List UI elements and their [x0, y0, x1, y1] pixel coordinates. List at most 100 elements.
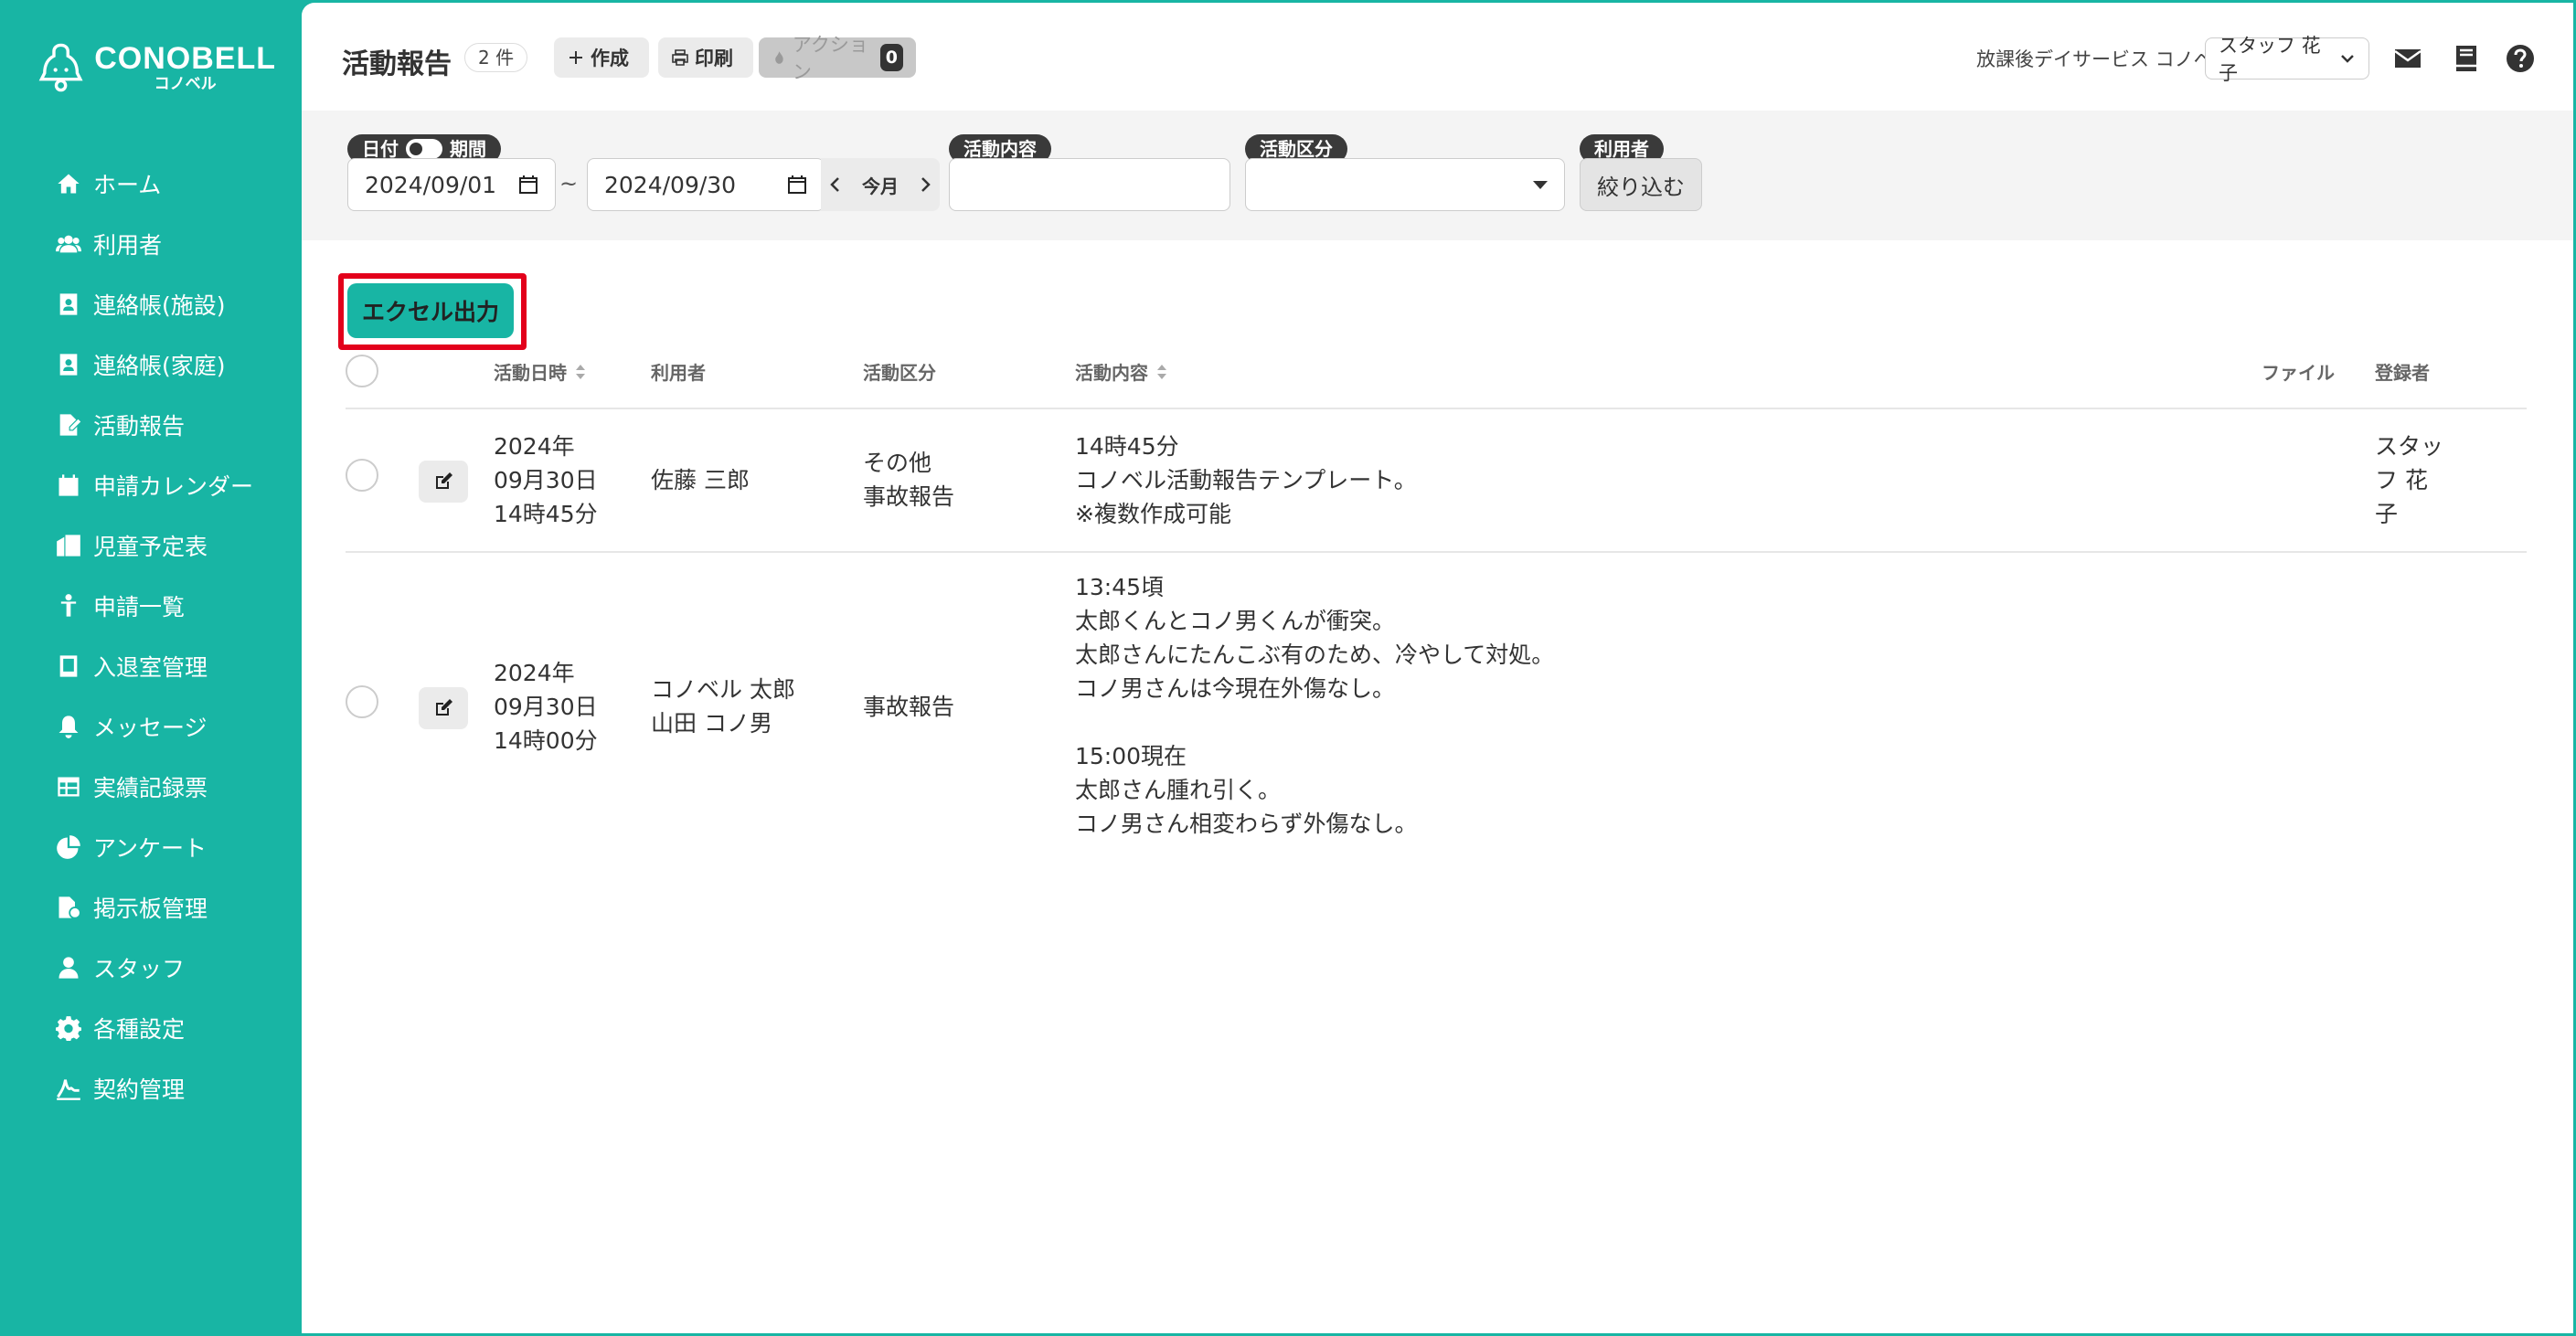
sidebar-item-entry-exit[interactable]: 入退室管理 [0, 636, 302, 696]
filter-panel: 日付 期間 2024/09/01 ~ 2024/09/30 今月 活動内容 活動… [302, 111, 2573, 240]
sidebar-item-label: 各種設定 [93, 1016, 186, 1043]
bell-logo-icon [38, 43, 83, 92]
sidebar-item-application-list[interactable]: 申請一覧 [0, 576, 302, 636]
cell-content: 13:45頃 太郎くんとコノ男くんが衝突。 太郎さんにたんこぶ有のため、冷やして… [1075, 574, 1555, 837]
sidebar-item-label: 実績記録票 [93, 775, 208, 801]
contact-book-icon [55, 291, 82, 318]
staff-icon [55, 954, 82, 981]
sidebar-item-users[interactable]: 利用者 [0, 214, 302, 274]
gear-icon [55, 1014, 82, 1042]
contract-icon [55, 1075, 82, 1102]
sidebar-item-label: スタッフ [93, 956, 186, 982]
board-icon [55, 894, 82, 921]
page-title: 活動報告 [342, 48, 452, 80]
chevron-right-icon[interactable] [918, 175, 932, 194]
select-all-checkbox[interactable] [346, 355, 378, 387]
this-month-button[interactable]: 今月 [862, 172, 899, 198]
print-label: 印刷 [695, 48, 733, 69]
sidebar-item-home[interactable]: ホーム [0, 154, 302, 214]
filter-button[interactable]: 絞り込む [1580, 158, 1702, 211]
sidebar-item-label: ホーム [93, 172, 162, 198]
tablet-icon [55, 652, 82, 680]
row-checkbox[interactable] [346, 685, 378, 718]
sidebar-item-message[interactable]: メッセージ [0, 696, 302, 757]
calendar-icon[interactable] [787, 175, 807, 195]
mail-icon[interactable] [2392, 43, 2423, 74]
table-divider [346, 408, 2527, 409]
date-to-input[interactable]: 2024/09/30 [587, 158, 825, 211]
cell-content: 14時45分 コノベル活動報告テンプレート。 ※複数作成可能 [1075, 433, 1417, 527]
edit-icon [436, 472, 452, 489]
table-divider [346, 551, 2527, 553]
sidebar-item-settings[interactable]: 各種設定 [0, 998, 302, 1058]
calendar-icon [55, 472, 82, 499]
sidebar-item-label: 活動報告 [93, 413, 186, 440]
calendar-icon[interactable] [518, 175, 538, 195]
sidebar-item-child-schedule[interactable]: 児童予定表 [0, 515, 302, 576]
sidebar-item-label: アンケート [93, 835, 208, 862]
plus-icon [569, 51, 582, 64]
sidebar-item-performance-record[interactable]: 実績記録票 [0, 757, 302, 817]
sidebar-item-contract[interactable]: 契約管理 [0, 1058, 302, 1119]
sidebar-item-application-calendar[interactable]: 申請カレンダー [0, 455, 302, 515]
header-datetime-label: 活動日時 [494, 362, 567, 384]
sidebar-item-label: 契約管理 [93, 1076, 186, 1103]
sidebar-item-activity-report[interactable]: 活動報告 [0, 395, 302, 455]
staff-select[interactable]: スタッフ 花子 [2205, 35, 2369, 84]
facility-name: 放課後デイサービス コノベル [1976, 48, 2232, 70]
count-badge: 2 件 [464, 43, 528, 72]
sidebar-item-survey[interactable]: アンケート [0, 817, 302, 877]
toggle-switch[interactable] [406, 139, 442, 159]
activity-category-select[interactable] [1245, 158, 1565, 211]
cell-category: 事故報告 [863, 694, 955, 720]
edit-button[interactable] [419, 687, 468, 729]
staff-name: スタッフ 花子 [2219, 35, 2321, 84]
logo[interactable]: CONOBELL コノベル [38, 31, 276, 104]
schedule-icon [55, 532, 82, 559]
header-file: ファイル [2262, 362, 2335, 384]
sidebar-item-label: 児童予定表 [93, 534, 208, 560]
row-checkbox[interactable] [346, 459, 378, 492]
action-button[interactable]: アクション 0 [759, 34, 916, 83]
sidebar-item-staff[interactable]: スタッフ [0, 938, 302, 998]
header-datetime[interactable]: 活動日時 [494, 358, 587, 385]
flame-icon [775, 51, 783, 64]
sidebar: CONOBELL コノベル ホーム 利用者 連絡帳(施設) 連絡帳(家庭) 活動… [0, 0, 302, 1336]
table-icon [55, 773, 82, 801]
header-content-label: 活動内容 [1075, 362, 1148, 384]
printer-icon [672, 49, 688, 66]
sidebar-item-label: 連絡帳(施設) [93, 292, 226, 319]
manual-book-icon[interactable] [2451, 43, 2482, 74]
excel-export-button[interactable]: エクセル出力 [347, 283, 514, 338]
cell-user: 佐藤 三郎 [651, 467, 750, 493]
create-button[interactable]: 作成 [554, 37, 649, 78]
sidebar-item-label: メッセージ [93, 715, 208, 741]
activity-content-input[interactable] [949, 158, 1230, 211]
sidebar-item-label: 連絡帳(家庭) [93, 353, 226, 379]
sidebar-item-board-management[interactable]: 掲示板管理 [0, 877, 302, 938]
cell-user: コノベル 太郎 山田 コノ男 [651, 676, 795, 737]
date-from-input[interactable]: 2024/09/01 [347, 158, 556, 211]
date-to-value: 2024/09/30 [604, 171, 737, 198]
users-icon [55, 230, 82, 258]
edit-button[interactable] [419, 461, 468, 503]
sidebar-item-contact-home[interactable]: 連絡帳(家庭) [0, 334, 302, 395]
top-bar: 活動報告 2 件 作成 印刷 アクション 0 放課後デイサービス コノベル スタ… [302, 3, 2573, 111]
sidebar-item-label: 申請カレンダー [93, 473, 254, 500]
action-count: 0 [879, 44, 903, 71]
help-icon[interactable] [2505, 43, 2536, 74]
sort-icon [576, 364, 585, 379]
cell-category: その他 事故報告 [863, 450, 955, 510]
main-panel: 活動報告 2 件 作成 印刷 アクション 0 放課後デイサービス コノベル スタ… [302, 3, 2573, 1333]
sidebar-item-label: 利用者 [93, 232, 163, 259]
report-icon [55, 411, 82, 439]
cell-datetime: 2024年 09月30日 14時45分 [494, 433, 598, 527]
chevron-left-icon[interactable] [828, 175, 843, 194]
print-button[interactable]: 印刷 [658, 37, 753, 78]
sidebar-item-contact-facility[interactable]: 連絡帳(施設) [0, 274, 302, 334]
header-content[interactable]: 活動内容 [1075, 358, 1168, 385]
logo-sub-text: コノベル [154, 75, 217, 93]
header-registrant: 登録者 [2375, 362, 2430, 384]
dropdown-arrow-icon [1533, 180, 1548, 189]
contact-book-icon [55, 351, 82, 378]
